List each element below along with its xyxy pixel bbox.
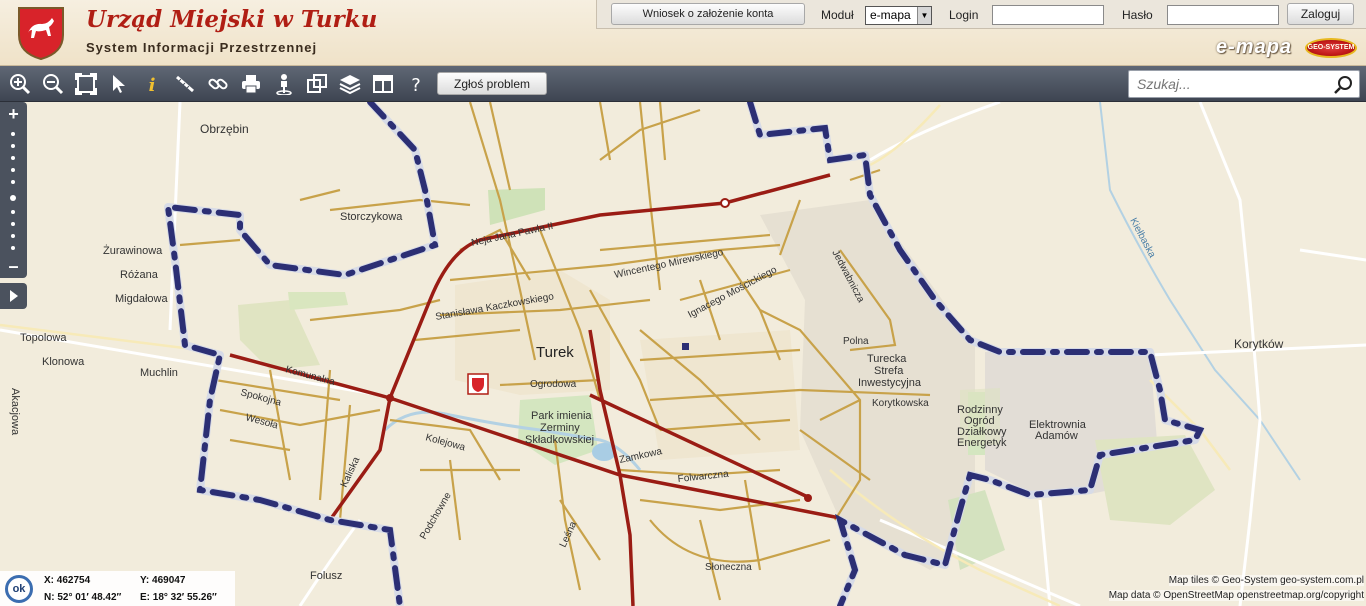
login-button[interactable]: Zaloguj <box>1287 3 1354 25</box>
login-bar: Wniosek o założenie konta Moduł e-mapa ▼… <box>596 0 1366 29</box>
svg-text:i: i <box>149 75 156 95</box>
coord-y: Y: 469047 <box>140 575 186 586</box>
zoom-slider[interactable]: + – <box>0 102 27 278</box>
coord-n: N: 52° 01′ 48.42″ <box>44 592 122 603</box>
svg-text:?: ? <box>411 75 421 95</box>
measure-icon[interactable] <box>172 71 198 97</box>
zoom-out-icon[interactable] <box>40 71 66 97</box>
label-korytkow: Korytków <box>1234 337 1284 351</box>
link-icon[interactable] <box>205 71 231 97</box>
label-park-3: Składkowskiej <box>525 434 594 446</box>
layers-icon[interactable] <box>337 71 363 97</box>
label-park-2: Zerminy <box>540 422 580 434</box>
select-pointer-icon[interactable] <box>106 71 132 97</box>
zoom-level-dot[interactable] <box>11 210 15 214</box>
print-icon[interactable] <box>238 71 264 97</box>
zoom-level-dot[interactable] <box>11 132 15 136</box>
label-polna: Polna <box>843 336 869 347</box>
module-select-value: e-mapa <box>870 8 911 22</box>
label-ogrodowa: Ogrodowa <box>530 379 577 390</box>
ok-button[interactable]: ok <box>5 575 33 603</box>
coord-e: E: 18° 32′ 55.26″ <box>140 592 217 603</box>
zoom-in-icon[interactable] <box>7 71 33 97</box>
report-problem-button[interactable]: Zgłoś problem <box>437 72 547 95</box>
zoom-current-handle[interactable] <box>10 195 16 201</box>
help-icon[interactable]: ? <box>403 71 429 97</box>
label-muchlin: Muchlin <box>140 367 178 379</box>
locate-person-icon[interactable] <box>271 71 297 97</box>
module-label: Moduł <box>821 8 854 22</box>
label-folusz: Folusz <box>310 570 342 582</box>
label-strefa-3: Inwestycyjna <box>858 377 922 389</box>
login-input[interactable] <box>992 5 1104 25</box>
zoom-level-dot[interactable] <box>11 144 15 148</box>
label-rozana: Różana <box>120 269 159 281</box>
data-attribution: Map data © OpenStreetMap openstreetmap.o… <box>1108 590 1364 601</box>
account-request-button[interactable]: Wniosek o założenie konta <box>611 3 805 25</box>
module-select[interactable]: e-mapa ▼ <box>865 6 932 25</box>
label-ogrod-4: Energetyk <box>957 437 1007 449</box>
toolbar: i ? Zgłoś problem <box>0 66 1366 102</box>
zoom-level-dot[interactable] <box>11 246 15 250</box>
label-zurawinowa: Żurawinowa <box>103 244 163 257</box>
geo-system-logo: GEO-SYSTEM <box>1305 38 1357 58</box>
zoom-extent-icon[interactable] <box>73 71 99 97</box>
zoom-level-dot[interactable] <box>11 234 15 238</box>
label-elektrownia-2: Adamów <box>1035 430 1078 442</box>
chevron-down-icon: ▼ <box>917 7 931 24</box>
password-input[interactable] <box>1167 5 1279 25</box>
zoom-level-dot[interactable] <box>11 168 15 172</box>
expand-panel-button[interactable] <box>0 283 27 309</box>
layers-compare-icon[interactable] <box>304 71 330 97</box>
tiles-attribution: Map tiles © Geo-System geo-system.com.pl <box>1168 575 1364 586</box>
label-park-1: Park imienia <box>531 410 592 422</box>
zoom-plus-icon[interactable]: + <box>0 105 27 123</box>
brand-name: e-mapa <box>1216 36 1293 58</box>
label-turek: Turek <box>536 344 574 361</box>
info-icon[interactable]: i <box>139 71 165 97</box>
coordinates-panel: ok X: 462754 Y: 469047 N: 52° 01′ 48.42″… <box>0 571 235 606</box>
label-migdalowa: Migdałowa <box>115 293 168 305</box>
label-storczykowa: Storczykowa <box>340 211 403 223</box>
page-subtitle: System Informacji Przestrzennej <box>86 40 318 55</box>
layout-icon[interactable] <box>370 71 396 97</box>
map-canvas[interactable]: Obrzębin Storczykowa Żurawinowa Różana M… <box>0 102 1366 606</box>
label-obrzebin: Obrzębin <box>200 122 249 136</box>
page-title: Urząd Miejski w Turku <box>86 6 378 33</box>
coord-x: X: 462754 <box>44 575 91 586</box>
coat-of-arms-icon <box>18 7 64 61</box>
search-box <box>1128 70 1360 98</box>
label-klonowa: Klonowa <box>42 356 85 368</box>
zoom-level-dot[interactable] <box>11 222 15 226</box>
zoom-minus-icon[interactable]: – <box>0 257 27 275</box>
login-label: Login <box>949 8 979 22</box>
zoom-level-dot[interactable] <box>11 156 15 160</box>
label-strefa-1: Turecka <box>867 353 907 365</box>
label-sloneczna: Słoneczna <box>705 562 752 573</box>
password-label: Hasło <box>1122 8 1153 22</box>
search-icon[interactable] <box>1333 75 1353 95</box>
zoom-level-dot[interactable] <box>11 180 15 184</box>
blue-poi-marker <box>682 343 689 350</box>
app-window: Urząd Miejski w Turku System Informacji … <box>0 0 1366 606</box>
label-topolowa: Topolowa <box>20 332 67 344</box>
label-akacjowa: Akacjowa <box>9 388 21 436</box>
play-right-icon <box>10 290 18 302</box>
header: Urząd Miejski w Turku System Informacji … <box>0 0 1366 66</box>
label-korytkowska: Korytkowska <box>872 398 929 409</box>
search-input[interactable] <box>1137 74 1327 94</box>
label-strefa-2: Strefa <box>874 365 904 377</box>
